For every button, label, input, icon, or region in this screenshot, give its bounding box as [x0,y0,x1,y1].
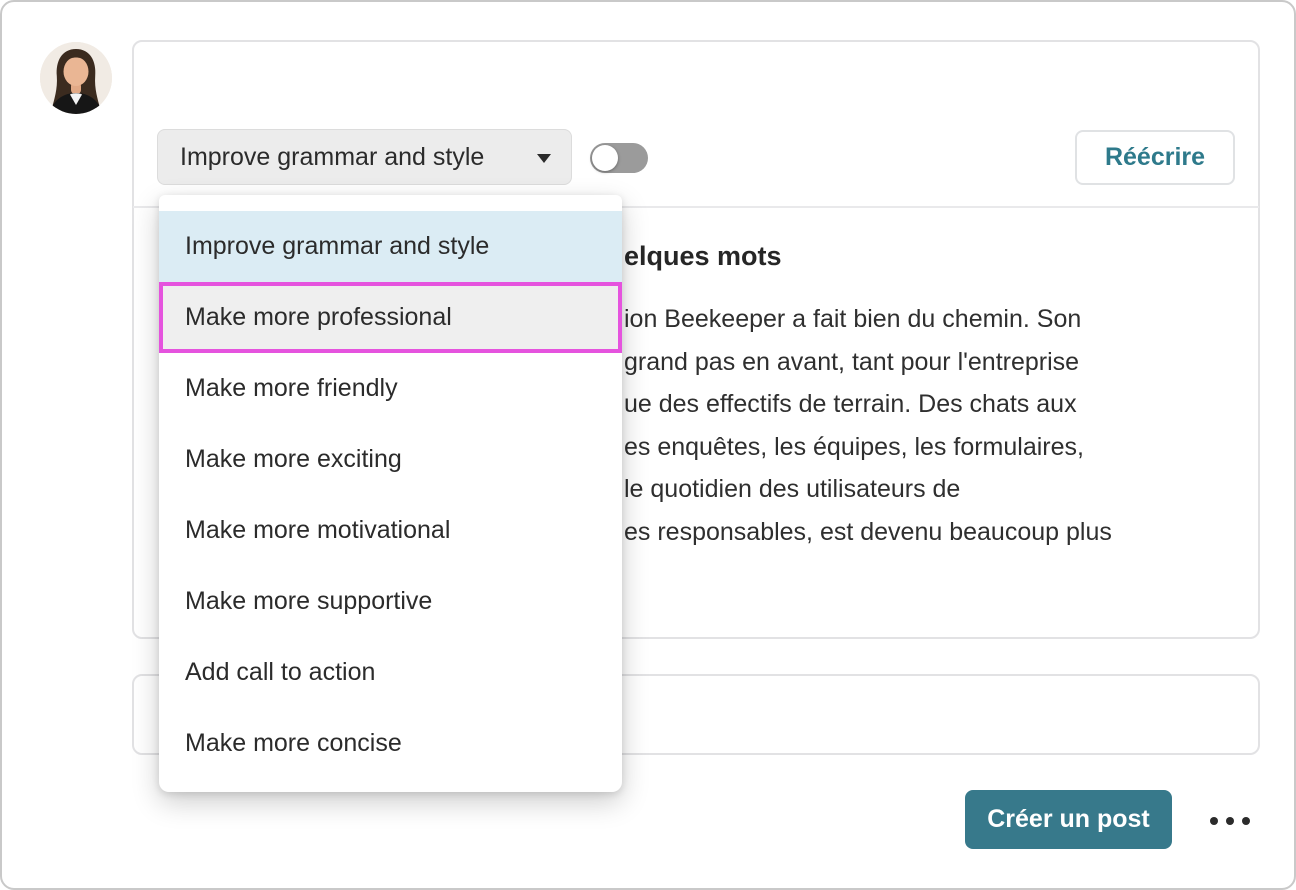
post-body-line: grand pas en avant, tant pour l'entrepri… [624,341,1112,384]
avatar [40,42,112,114]
ellipsis-icon [1226,817,1234,825]
menu-item-make-more-friendly[interactable]: Make more friendly [159,353,622,424]
menu-item-add-call-to-action[interactable]: Add call to action [159,637,622,708]
avatar-illustration [40,42,112,114]
post-body-line: ion Beekeeper a fait bien du chemin. Son [624,298,1112,341]
emoji-toggle[interactable] [590,143,648,173]
ellipsis-icon [1210,817,1218,825]
post-body-line: es responsables, est devenu beaucoup plu… [624,511,1112,554]
menu-item-improve-grammar[interactable]: Improve grammar and style [159,211,622,282]
post-body-visible-text: ion Beekeeper a fait bien du chemin. Son… [624,298,1112,554]
tone-dropdown-menu: Improve grammar and style Make more prof… [159,195,622,792]
post-body-line: ue des effectifs de terrain. Des chats a… [624,383,1112,426]
menu-item-make-more-professional[interactable]: Make more professional [159,282,622,353]
chevron-down-icon [537,154,551,163]
post-composer-window: B I U 1 2 [0,0,1296,890]
menu-item-make-more-concise[interactable]: Make more concise [159,708,622,779]
toggle-knob [592,145,618,171]
menu-item-make-more-supportive[interactable]: Make more supportive [159,566,622,637]
menu-item-make-more-motivational[interactable]: Make more motivational [159,495,622,566]
rewrite-button[interactable]: Réécrire [1075,130,1235,185]
create-post-button[interactable]: Créer un post [965,790,1172,849]
post-body-line: le quotidien des utilisateurs de [624,468,1112,511]
post-body-line: es enquêtes, les équipes, les formulaire… [624,426,1112,469]
more-options-button[interactable] [1204,806,1256,836]
post-title-visible-text: elques mots [624,241,782,272]
tone-select-value: Improve grammar and style [180,143,484,172]
menu-item-make-more-exciting[interactable]: Make more exciting [159,424,622,495]
tone-select[interactable]: Improve grammar and style [157,129,572,185]
ellipsis-icon [1242,817,1250,825]
